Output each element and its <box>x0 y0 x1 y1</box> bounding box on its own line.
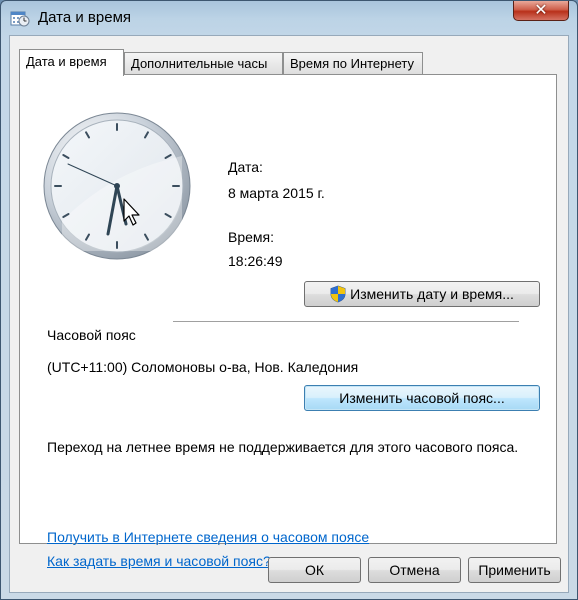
change-timezone-button[interactable]: Изменить часовой пояс... <box>304 385 540 411</box>
change-date-time-label: Изменить дату и время... <box>350 286 514 302</box>
change-date-time-button[interactable]: Изменить дату и время... <box>304 281 540 307</box>
uac-shield-icon <box>330 285 346 303</box>
how-to-set-link[interactable]: Как задать время и часовой пояс? <box>47 553 271 569</box>
dialog-client-area: Дата и время Дополнительные часы Время п… <box>9 35 569 593</box>
tab-internet-time[interactable]: Время по Интернету <box>283 52 423 74</box>
analog-clock <box>43 112 191 260</box>
date-value: 8 марта 2015 г. <box>228 185 325 201</box>
tab-panel-date-time: Дата: 8 марта 2015 г. Время: 18:26:49 Из… <box>19 74 557 569</box>
ok-label: ОК <box>304 562 325 578</box>
close-button[interactable]: ✕ <box>513 1 569 21</box>
change-timezone-label: Изменить часовой пояс... <box>339 390 505 406</box>
tab-date-time[interactable]: Дата и время <box>19 49 124 76</box>
apply-button[interactable]: Применить <box>468 557 561 583</box>
tab-label: Дополнительные часы <box>131 56 268 71</box>
apply-label: Применить <box>478 562 551 578</box>
close-icon: ✕ <box>534 0 548 19</box>
window-title: Дата и время <box>38 9 132 26</box>
timezone-info-link[interactable]: Получить в Интернете сведения о часовом … <box>47 529 369 545</box>
tab-label: Время по Интернету <box>290 56 414 71</box>
date-time-icon <box>10 11 30 27</box>
section-divider <box>173 321 519 322</box>
title-bar[interactable]: Дата и время ✕ <box>1 1 577 35</box>
ok-button[interactable]: ОК <box>268 557 361 583</box>
timezone-section-label: Часовой пояс <box>47 327 136 343</box>
cancel-button[interactable]: Отмена <box>368 557 461 583</box>
time-value: 18:26:49 <box>228 253 283 269</box>
time-label: Время: <box>228 229 275 245</box>
dst-note: Переход на летнее время не поддерживаетс… <box>47 439 519 455</box>
date-time-dialog: Дата и время ✕ Дата и время Дополнительн… <box>0 0 578 600</box>
date-label: Дата: <box>228 159 263 175</box>
cancel-label: Отмена <box>389 562 440 578</box>
timezone-value: (UTC+11:00) Соломоновы о-ва, Нов. Каледо… <box>47 359 359 375</box>
tab-label: Дата и время <box>26 54 107 69</box>
tab-additional-clocks[interactable]: Дополнительные часы <box>124 52 283 74</box>
